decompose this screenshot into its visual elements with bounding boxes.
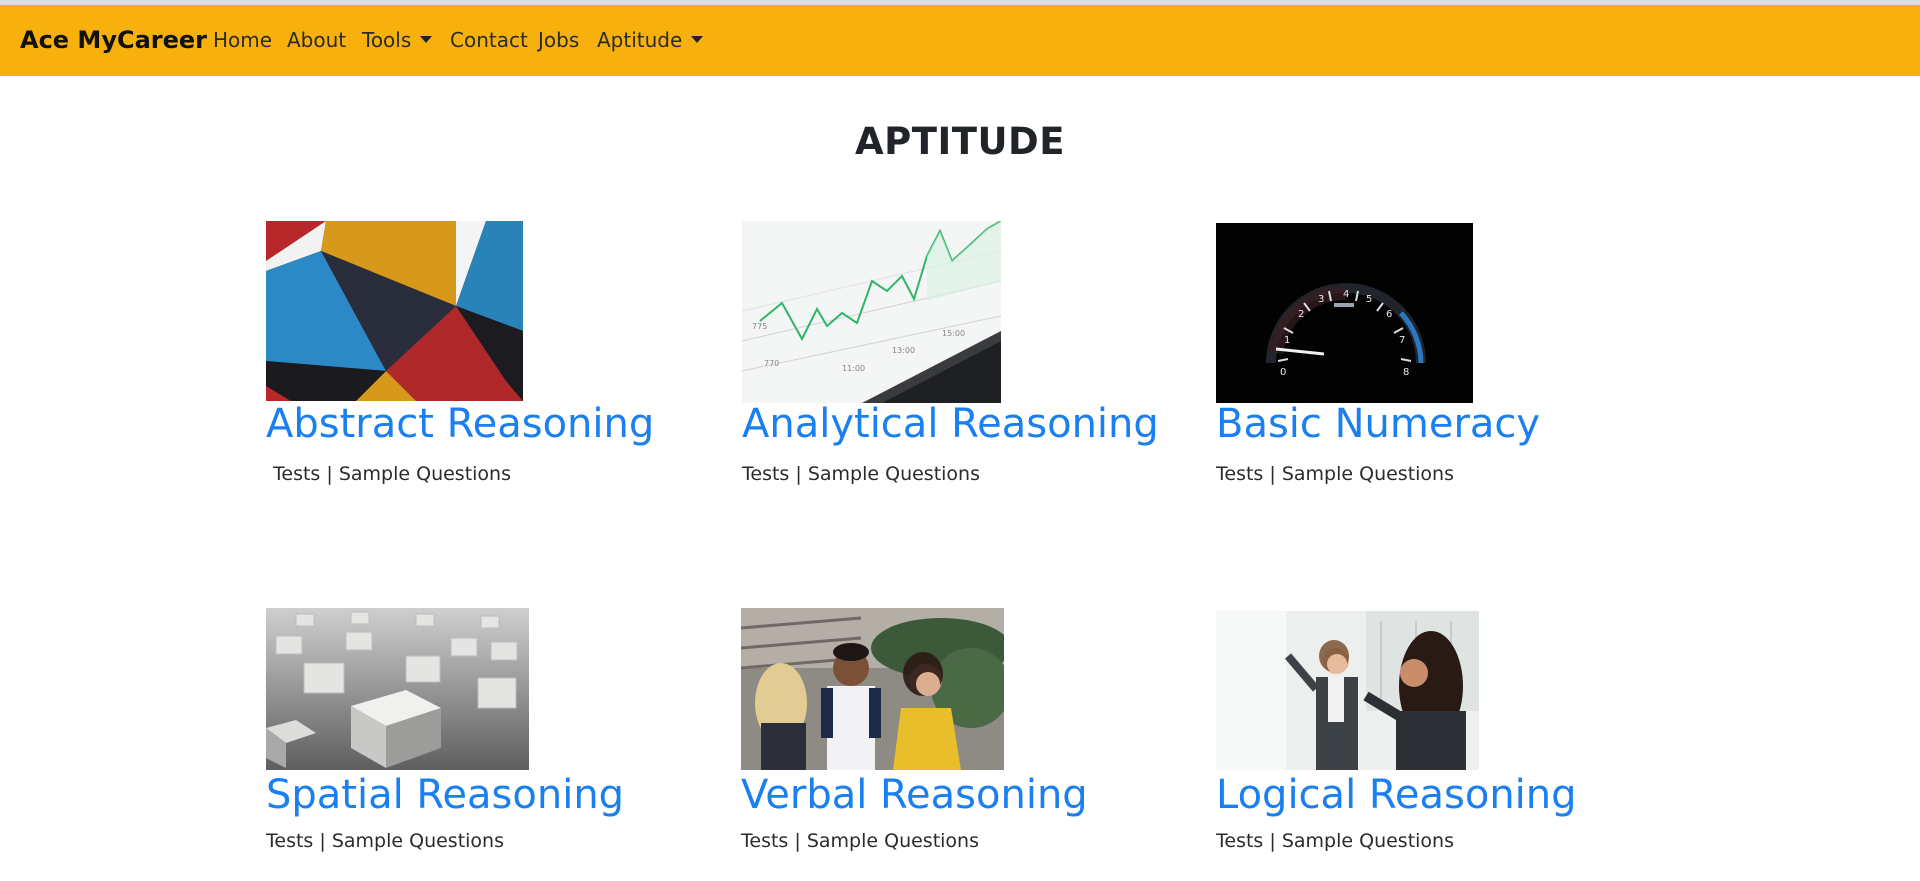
svg-text:13:00: 13:00 bbox=[892, 346, 915, 355]
sample-questions-link[interactable]: Sample Questions bbox=[332, 830, 504, 852]
svg-text:4: 4 bbox=[1343, 289, 1349, 300]
links-separator: | bbox=[1269, 463, 1276, 485]
line-chart-laptop-image[interactable]: 775 770 11:00 13:00 15:00 bbox=[742, 221, 1001, 403]
tests-link[interactable]: Tests bbox=[742, 463, 789, 485]
nav-tools-label: Tools bbox=[362, 28, 412, 52]
sample-questions-link[interactable]: Sample Questions bbox=[1282, 830, 1454, 852]
concrete-cubes-image[interactable] bbox=[266, 608, 529, 770]
svg-text:770: 770 bbox=[764, 359, 779, 368]
card-title-link[interactable]: Spatial Reasoning bbox=[266, 772, 624, 818]
card-title-link[interactable]: Abstract Reasoning bbox=[266, 401, 654, 447]
nav-about-label: About bbox=[287, 28, 347, 52]
nav-jobs[interactable]: Jobs bbox=[538, 5, 579, 76]
tests-link[interactable]: Tests bbox=[1216, 463, 1263, 485]
svg-text:6: 6 bbox=[1386, 309, 1392, 320]
sample-questions-link[interactable]: Sample Questions bbox=[1282, 463, 1454, 485]
links-separator: | bbox=[319, 830, 326, 852]
svg-text:7: 7 bbox=[1399, 335, 1405, 346]
svg-text:2: 2 bbox=[1298, 309, 1304, 320]
nav-jobs-label: Jobs bbox=[538, 28, 580, 52]
svg-text:15:00: 15:00 bbox=[942, 329, 965, 338]
card-title-link[interactable]: Basic Numeracy bbox=[1216, 401, 1540, 447]
nav-home-label: Home bbox=[213, 28, 273, 52]
svg-text:0: 0 bbox=[1280, 367, 1286, 378]
brand-logo[interactable]: Ace MyCareer bbox=[20, 5, 207, 76]
svg-text:5: 5 bbox=[1366, 294, 1372, 305]
nav-contact-label: Contact bbox=[450, 28, 528, 52]
tests-link[interactable]: Tests bbox=[1216, 830, 1263, 852]
page-title: APTITUDE bbox=[854, 120, 1066, 163]
svg-text:8: 8 bbox=[1403, 367, 1409, 378]
nav-aptitude-dropdown[interactable]: Aptitude bbox=[597, 5, 704, 76]
tests-link[interactable]: Tests bbox=[266, 830, 313, 852]
tests-link[interactable]: Tests bbox=[273, 463, 320, 485]
card-links: Tests | Sample Questions bbox=[741, 830, 979, 852]
card-links: Tests | Sample Questions bbox=[1216, 463, 1454, 485]
card-links: Tests | Sample Questions bbox=[742, 463, 980, 485]
links-separator: | bbox=[794, 830, 801, 852]
sample-questions-link[interactable]: Sample Questions bbox=[808, 463, 980, 485]
card-links: Tests | Sample Questions bbox=[273, 463, 511, 485]
abstract-geometric-image[interactable] bbox=[266, 221, 523, 401]
chevron-down-icon bbox=[420, 36, 433, 43]
nav-contact[interactable]: Contact bbox=[450, 5, 528, 76]
svg-text:1: 1 bbox=[1284, 335, 1290, 346]
card-title-link[interactable]: Analytical Reasoning bbox=[742, 401, 1159, 447]
card-links: Tests | Sample Questions bbox=[1216, 830, 1454, 852]
links-separator: | bbox=[326, 463, 333, 485]
nav-home[interactable]: Home bbox=[213, 5, 272, 76]
whiteboard-meeting-image[interactable] bbox=[1216, 611, 1479, 770]
card-title-link[interactable]: Verbal Reasoning bbox=[741, 772, 1088, 818]
sample-questions-link[interactable]: Sample Questions bbox=[339, 463, 511, 485]
people-talking-image[interactable] bbox=[741, 608, 1004, 770]
card-links: Tests | Sample Questions bbox=[266, 830, 504, 852]
nav-about[interactable]: About bbox=[287, 5, 346, 76]
tests-link[interactable]: Tests bbox=[741, 830, 788, 852]
svg-text:11:00: 11:00 bbox=[842, 364, 865, 373]
nav-tools-dropdown[interactable]: Tools bbox=[362, 5, 433, 76]
links-separator: | bbox=[795, 463, 802, 485]
links-separator: | bbox=[1269, 830, 1276, 852]
nav-aptitude-label: Aptitude bbox=[597, 28, 683, 52]
svg-text:3: 3 bbox=[1318, 294, 1324, 305]
chevron-down-icon bbox=[691, 36, 704, 43]
card-title-link[interactable]: Logical Reasoning bbox=[1216, 772, 1577, 818]
sample-questions-link[interactable]: Sample Questions bbox=[807, 830, 979, 852]
navbar: Ace MyCareer Home About Tools Contact Jo… bbox=[0, 5, 1920, 76]
speedometer-image[interactable]: 0 1 2 3 4 5 6 7 8 bbox=[1216, 223, 1473, 403]
svg-text:775: 775 bbox=[752, 322, 767, 331]
